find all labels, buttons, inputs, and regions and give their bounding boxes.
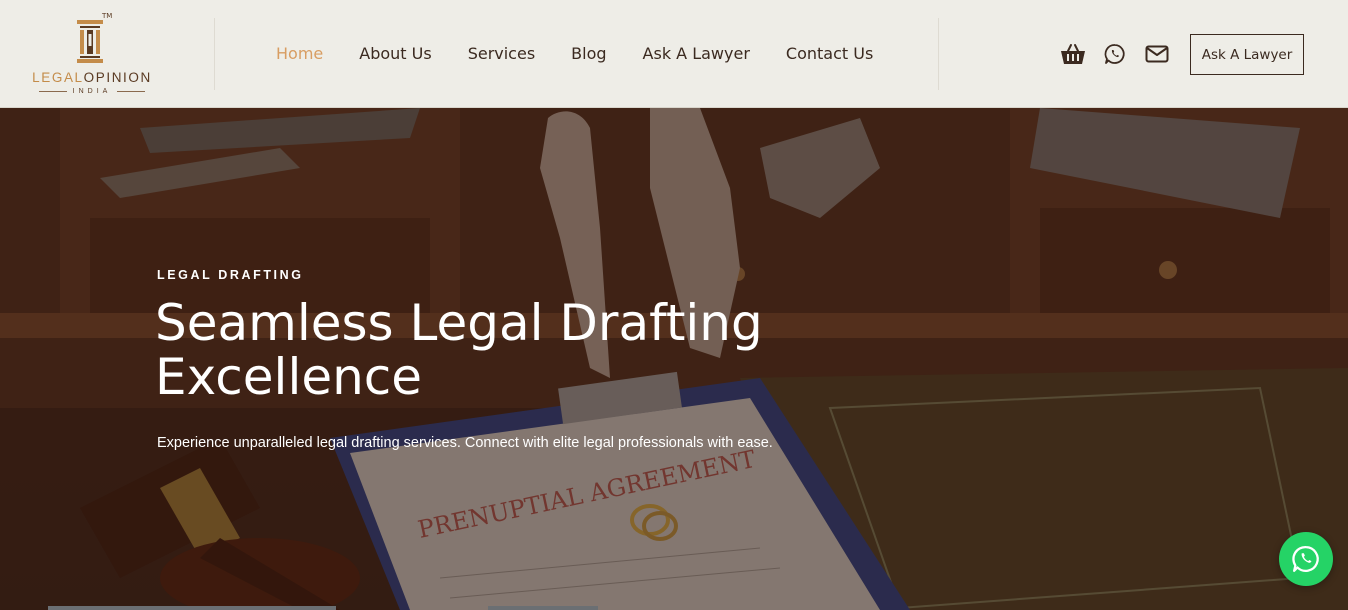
brand-sub: INDIA bbox=[32, 88, 152, 95]
brand-name: LEGALOPINION bbox=[26, 70, 158, 85]
whatsapp-icon[interactable] bbox=[1102, 42, 1128, 66]
site-header: TM LEGALOPINION INDIA Home About Us Serv… bbox=[0, 0, 1348, 108]
nav-contact-us[interactable]: Contact Us bbox=[786, 44, 873, 66]
hero-subtext: Experience unparalleled legal drafting s… bbox=[157, 435, 773, 451]
ask-a-lawyer-button[interactable]: Ask A Lawyer bbox=[1190, 34, 1304, 75]
header-divider bbox=[938, 18, 939, 90]
hero-eyebrow: LEGAL DRAFTING bbox=[157, 268, 304, 282]
basket-icon[interactable] bbox=[1060, 42, 1086, 66]
nav-about-us[interactable]: About Us bbox=[359, 44, 431, 66]
nav-blog[interactable]: Blog bbox=[571, 44, 606, 66]
nav-services[interactable]: Services bbox=[468, 44, 535, 66]
hero-headline-line1: Seamless Legal Drafting bbox=[155, 294, 763, 352]
logo[interactable]: TM LEGALOPINION INDIA bbox=[24, 12, 160, 96]
pillar-logo-icon bbox=[77, 20, 103, 63]
trademark-label: TM bbox=[102, 12, 113, 20]
hero-headline-line2: Excellence bbox=[155, 348, 423, 406]
main-nav: Home About Us Services Blog Ask A Lawyer… bbox=[276, 44, 873, 66]
carousel-indicator[interactable] bbox=[48, 606, 336, 610]
email-icon[interactable] bbox=[1144, 42, 1170, 66]
brand-name-part1: LEGAL bbox=[32, 70, 84, 85]
brand-name-part2: OPINION bbox=[83, 70, 152, 85]
nav-home[interactable]: Home bbox=[276, 44, 323, 66]
hero-headline: Seamless Legal Drafting Excellence bbox=[155, 296, 875, 404]
header-icons bbox=[1060, 42, 1170, 66]
carousel-indicator[interactable] bbox=[488, 606, 598, 610]
whatsapp-float-button[interactable] bbox=[1279, 532, 1333, 586]
whatsapp-icon bbox=[1292, 546, 1319, 572]
hero-section: PRENUPTIAL AGREEMENT LEGAL DRAFTING Seam… bbox=[0, 108, 1348, 610]
nav-ask-a-lawyer[interactable]: Ask A Lawyer bbox=[643, 44, 750, 66]
header-divider bbox=[214, 18, 215, 90]
